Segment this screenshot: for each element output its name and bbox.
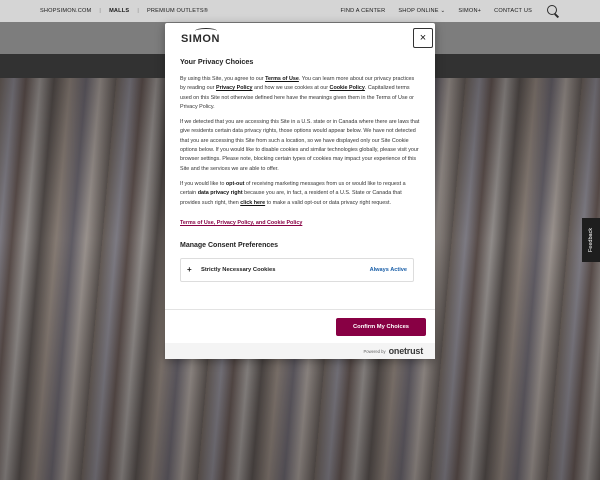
strictly-necessary-cookies-row[interactable]: + Strictly Necessary Cookies Always Acti… — [180, 257, 414, 282]
privacy-modal: SIMON × Your Privacy Choices By using th… — [165, 23, 435, 359]
footer-divider — [165, 309, 435, 310]
modal-title: Your Privacy Choices — [180, 57, 254, 66]
onetrust-logo[interactable]: onetrust — [389, 346, 424, 356]
close-icon: × — [419, 32, 427, 44]
feedback-tab[interactable]: Feedback — [582, 218, 600, 262]
privacy-policy-link[interactable]: Privacy Policy — [216, 85, 253, 91]
click-here-link[interactable]: click here — [240, 200, 265, 206]
simon-logo: SIMON — [181, 28, 221, 45]
privacy-paragraph-2: If we detected that you are accessing th… — [180, 119, 420, 172]
data-privacy-right-text: data privacy right — [197, 190, 243, 197]
close-button[interactable]: × — [413, 28, 433, 48]
opt-out-text: opt-out — [225, 180, 245, 187]
expand-plus-icon[interactable]: + — [187, 265, 201, 274]
feedback-label: Feedback — [588, 227, 594, 253]
onetrust-footer: Powered by onetrust — [165, 343, 435, 359]
consent-category-label: Strictly Necessary Cookies — [201, 266, 276, 273]
always-active-status: Always Active — [369, 266, 407, 273]
policies-link[interactable]: Terms of Use, Privacy Policy, and Cookie… — [180, 220, 420, 226]
powered-by-label: Powered by — [363, 348, 386, 354]
confirm-my-choices-button[interactable]: Confirm My Choices — [336, 318, 426, 336]
privacy-paragraph-1: By using this Site, you agree to our Ter… — [180, 76, 415, 110]
privacy-paragraph-3: If you would like to opt-out of receivin… — [180, 180, 406, 206]
terms-of-use-link[interactable]: Terms of Use — [265, 76, 299, 82]
logo-arc — [195, 28, 217, 34]
modal-content[interactable]: Your Privacy Choices By using this Site,… — [180, 57, 420, 329]
manage-consent-title: Manage Consent Preferences — [180, 241, 279, 249]
logo-text: SIMON — [181, 33, 221, 45]
cookie-policy-link[interactable]: Cookie Policy — [330, 85, 365, 91]
